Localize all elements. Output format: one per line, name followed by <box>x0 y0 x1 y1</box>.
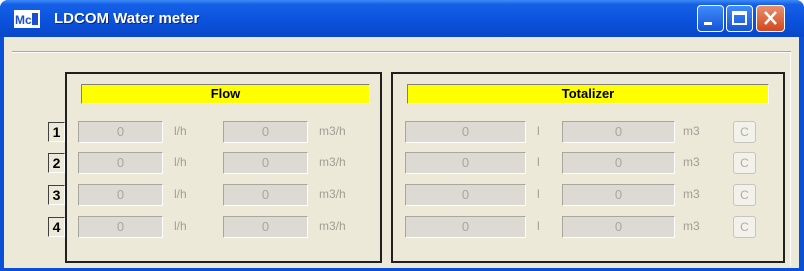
totalizer-l-field[interactable]: 0 <box>405 121 526 143</box>
clear-button[interactable]: C <box>733 184 756 206</box>
flow-m3h-unit: m3/h <box>319 219 346 233</box>
flow-m3h-field[interactable]: 0 <box>223 216 308 238</box>
row-label: 1 <box>48 122 65 142</box>
flow-m3h-unit: m3/h <box>319 124 346 138</box>
client-area: Flow Totalizer 1 0 l/h 0 m3/h 0 l 0 m3 C 2 0 l/h 0 m3/… <box>4 37 799 268</box>
close-icon <box>764 11 777 25</box>
totalizer-m3-field[interactable]: 0 <box>562 152 675 174</box>
flow-lh-field[interactable]: 0 <box>78 184 163 206</box>
window-title: LDCOM Water meter <box>54 10 200 27</box>
flow-m3h-unit: m3/h <box>319 155 346 169</box>
maximize-button[interactable] <box>726 5 753 32</box>
flow-m3h-field[interactable]: 0 <box>223 152 308 174</box>
flow-lh-field[interactable]: 0 <box>78 216 163 238</box>
flow-lh-field[interactable]: 0 <box>78 121 163 143</box>
flow-m3h-field[interactable]: 0 <box>223 121 308 143</box>
divider <box>790 52 791 266</box>
title-bar[interactable]: Mc LDCOM Water meter <box>0 0 804 37</box>
row-label: 4 <box>48 217 65 237</box>
totalizer-l-unit: l <box>537 187 540 201</box>
totalizer-m3-field[interactable]: 0 <box>562 121 675 143</box>
app-window: Mc LDCOM Water meter Flow Totalizer 1 0 l/… <box>0 0 804 271</box>
minimize-icon <box>704 22 712 25</box>
totalizer-l-unit: l <box>537 219 540 233</box>
svg-text:Mc: Mc <box>15 13 32 27</box>
totalizer-m3-unit: m3 <box>683 219 700 233</box>
flow-lh-unit: l/h <box>174 219 187 233</box>
flow-m3h-field[interactable]: 0 <box>223 184 308 206</box>
ldcom-app-icon: Mc <box>14 10 40 28</box>
minimize-button[interactable] <box>697 5 724 32</box>
totalizer-m3-unit: m3 <box>683 124 700 138</box>
clear-button[interactable]: C <box>733 121 756 143</box>
row-label: 2 <box>48 153 65 173</box>
totalizer-l-field[interactable]: 0 <box>405 184 526 206</box>
totalizer-l-field[interactable]: 0 <box>405 152 526 174</box>
divider <box>12 51 791 53</box>
row-label: 3 <box>48 185 65 205</box>
maximize-icon <box>732 11 747 25</box>
totalizer-m3-field[interactable]: 0 <box>562 184 675 206</box>
flow-lh-unit: l/h <box>174 124 187 138</box>
flow-m3h-unit: m3/h <box>319 187 346 201</box>
totalizer-l-unit: l <box>537 155 540 169</box>
clear-button[interactable]: C <box>733 152 756 174</box>
totalizer-m3-unit: m3 <box>683 155 700 169</box>
totalizer-l-field[interactable]: 0 <box>405 216 526 238</box>
totalizer-l-unit: l <box>537 124 540 138</box>
totalizer-m3-field[interactable]: 0 <box>562 216 675 238</box>
totalizer-header: Totalizer <box>407 84 769 104</box>
totalizer-m3-unit: m3 <box>683 187 700 201</box>
close-button[interactable] <box>756 5 785 32</box>
clear-button[interactable]: C <box>733 216 756 238</box>
flow-lh-field[interactable]: 0 <box>78 152 163 174</box>
flow-lh-unit: l/h <box>174 155 187 169</box>
flow-lh-unit: l/h <box>174 187 187 201</box>
flow-header: Flow <box>81 84 370 104</box>
